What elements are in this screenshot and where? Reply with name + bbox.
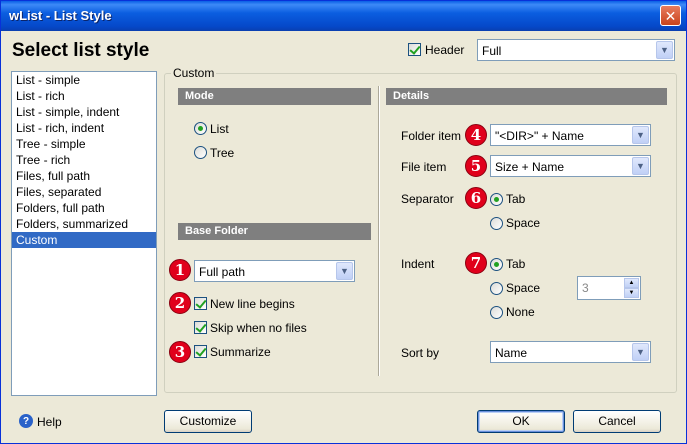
sort-by-select[interactable]: Name ▼ [490,341,651,363]
skip-when-no-files-checkbox[interactable] [194,321,207,334]
indent-tab-label: Tab [506,257,526,271]
ok-button[interactable]: OK [477,410,565,433]
indent-none-radio[interactable] [490,306,503,319]
folder-item-select[interactable]: "<DIR>" + Name ▼ [490,124,651,146]
title-bar[interactable]: wList - List Style ✕ [1,1,686,31]
folder-item-label: Folder item [401,129,462,143]
separator-tab-radio[interactable] [490,193,503,206]
file-item-label: File item [401,160,447,174]
separator-tab-label: Tab [506,192,526,206]
base-folder-select-value: Full path [199,265,246,279]
list-item[interactable]: Tree - rich [12,152,156,168]
list-item-selected[interactable]: Custom [12,232,156,248]
cancel-button[interactable]: Cancel [573,410,661,433]
list-item[interactable]: List - simple [12,72,156,88]
new-line-begins-checkbox[interactable] [194,297,207,310]
help-link[interactable]: Help [37,415,62,429]
list-item[interactable]: Files, separated [12,184,156,200]
callout-badge-5: 5 [465,155,487,177]
details-header: Details [386,88,667,105]
header-select[interactable]: Full ▼ [477,39,675,61]
stepper-up-icon[interactable]: ▲ [624,278,639,288]
close-button[interactable]: ✕ [660,5,681,26]
indent-none-label: None [506,305,535,319]
header-select-value: Full [482,44,502,58]
mode-tree-radio[interactable] [194,146,207,159]
folder-item-select-value: "<DIR>" + Name [495,129,584,143]
callout-badge-7: 7 [465,252,487,274]
callout-badge-3: 3 [169,341,191,363]
indent-space-radio[interactable] [490,282,503,295]
sort-by-select-value: Name [495,346,528,360]
chevron-down-icon: ▼ [632,157,649,175]
page-title: Select list style [12,40,150,61]
callout-badge-4: 4 [465,124,487,146]
base-folder-select[interactable]: Full path ▼ [194,260,355,282]
list-item[interactable]: List - rich, indent [12,120,156,136]
indent-label: Indent [401,257,435,271]
styles-listbox[interactable]: List - simple List - rich List - simple,… [11,71,157,396]
header-checkbox[interactable] [408,43,421,56]
help-icon[interactable]: ? [19,414,33,428]
file-item-select[interactable]: Size + Name ▼ [490,155,651,177]
separator-space-label: Space [506,216,541,230]
list-item[interactable]: Files, full path [12,168,156,184]
skip-when-no-files-label: Skip when no files [210,321,307,335]
chevron-down-icon: ▼ [632,126,649,144]
separator-space-radio[interactable] [490,217,503,230]
mode-list-label: List [210,122,229,136]
summarize-label: Summarize [210,345,271,359]
indent-space-value: 3 [582,281,589,295]
list-style-dialog: wList - List Style ✕ Select list style H… [0,0,687,444]
list-item[interactable]: Folders, summarized [12,216,156,232]
callout-badge-1: 1 [169,259,191,281]
close-icon: ✕ [664,7,677,24]
indent-space-label: Space [506,281,541,295]
summarize-checkbox[interactable] [194,345,207,358]
list-item[interactable]: Tree - simple [12,136,156,152]
callout-badge-2: 2 [169,292,191,314]
indent-tab-radio[interactable] [490,258,503,271]
indent-space-stepper[interactable]: 3 ▲ ▼ [577,276,641,300]
chevron-down-icon: ▼ [656,41,673,59]
custom-group-legend: Custom [171,66,217,80]
separator-label: Separator [401,192,454,206]
mode-tree-label: Tree [210,146,235,160]
group-divider [378,86,380,376]
chevron-down-icon: ▼ [336,262,353,280]
list-item[interactable]: List - simple, indent [12,104,156,120]
customize-button[interactable]: Customize [164,410,252,433]
mode-header: Mode [178,88,371,105]
new-line-begins-label: New line begins [210,297,295,311]
callout-badge-6: 6 [465,187,487,209]
file-item-select-value: Size + Name [495,160,565,174]
chevron-down-icon: ▼ [632,343,649,361]
list-item[interactable]: Folders, full path [12,200,156,216]
stepper-down-icon[interactable]: ▼ [624,288,639,298]
base-folder-header: Base Folder [178,223,371,240]
list-item[interactable]: List - rich [12,88,156,104]
mode-list-radio[interactable] [194,122,207,135]
sort-by-label: Sort by [401,346,440,360]
header-checkbox-label: Header [425,43,465,57]
window-title: wList - List Style [9,8,112,23]
